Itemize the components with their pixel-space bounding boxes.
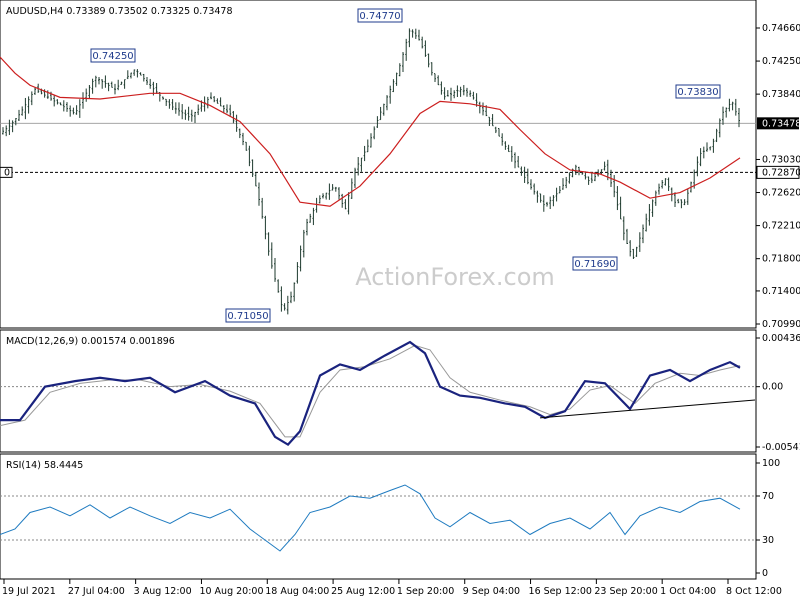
time-tick-label: 9 Sep 04:00 [463, 586, 520, 597]
price-annotation-label: 0.74770 [359, 11, 400, 22]
price-tick-label: 0.73840 [762, 89, 800, 100]
price-tick-label: 0.73030 [762, 154, 800, 165]
time-tick-label: 18 Aug 04:00 [265, 586, 329, 597]
time-axis: 19 Jul 2021 27 Jul 04:00 3 Aug 12:00 10 Aug… [2, 579, 782, 597]
rsi-title: RSI(14) 58.4445 [6, 460, 83, 471]
price-tick-label: 0.71800 [762, 254, 800, 265]
time-tick-label: 23 Sep 20:00 [594, 586, 657, 597]
macd-tick-label: -0.005411 [762, 442, 800, 453]
price-annotation-label: 0.74250 [92, 51, 133, 62]
time-tick-label: 27 Jul 04:00 [68, 586, 125, 597]
price-annotation-label: 0.73830 [677, 87, 718, 98]
price-tick-label: 0.71400 [762, 286, 800, 297]
time-tick-label: 10 Aug 20:00 [199, 586, 263, 597]
price-tick-label: 0.72210 [762, 221, 800, 232]
watermark: ActionForex.com [355, 263, 555, 291]
price-tick-label: 0.70990 [762, 319, 800, 330]
rsi-tick-label: 30 [762, 535, 774, 546]
time-tick-label: 19 Jul 2021 [2, 586, 56, 597]
macd-tick-label: 0.00 [762, 382, 783, 393]
price-annotation-label: 0.71050 [227, 311, 268, 322]
price-tick-label: 0.74250 [762, 56, 800, 67]
price-annotation-label: 0.71690 [574, 259, 615, 270]
time-tick-label: 1 Sep 20:00 [397, 586, 454, 597]
time-tick-label: 1 Oct 04:00 [660, 586, 716, 597]
price-tick-label: 0.72620 [762, 188, 800, 199]
time-tick-label: 3 Aug 12:00 [134, 586, 192, 597]
rsi-tick-label: 70 [762, 491, 774, 502]
rsi-tick-label: 100 [762, 458, 780, 469]
time-tick-label: 16 Sep 12:00 [529, 586, 592, 597]
forex-chart: ActionForex.com AUDUSD,H4 0.73389 0.7350… [0, 0, 800, 597]
instrument-label: AUDUSD,H4 0.73389 0.73502 0.73325 0.7347… [6, 6, 233, 17]
price-axis: 0.74660 0.74250 0.73840 0.73030 0.72620 0.722… [756, 23, 800, 330]
rsi-tick-label: 0 [762, 568, 768, 579]
macd-title: MACD(12,26,9) 0.001574 0.001896 [6, 336, 175, 347]
price-tick-label: 0.74660 [762, 23, 800, 34]
macd-panel [0, 329, 757, 453]
time-tick-label: 8 Oct 12:00 [726, 586, 782, 597]
left-cut-label: 0 [4, 167, 10, 178]
support-price-label: 0.72870 [762, 167, 800, 178]
time-tick-label: 25 Aug 12:00 [331, 586, 395, 597]
macd-tick-label: 0.004367 [762, 333, 800, 344]
current-price-label: 0.73478 [762, 118, 800, 129]
